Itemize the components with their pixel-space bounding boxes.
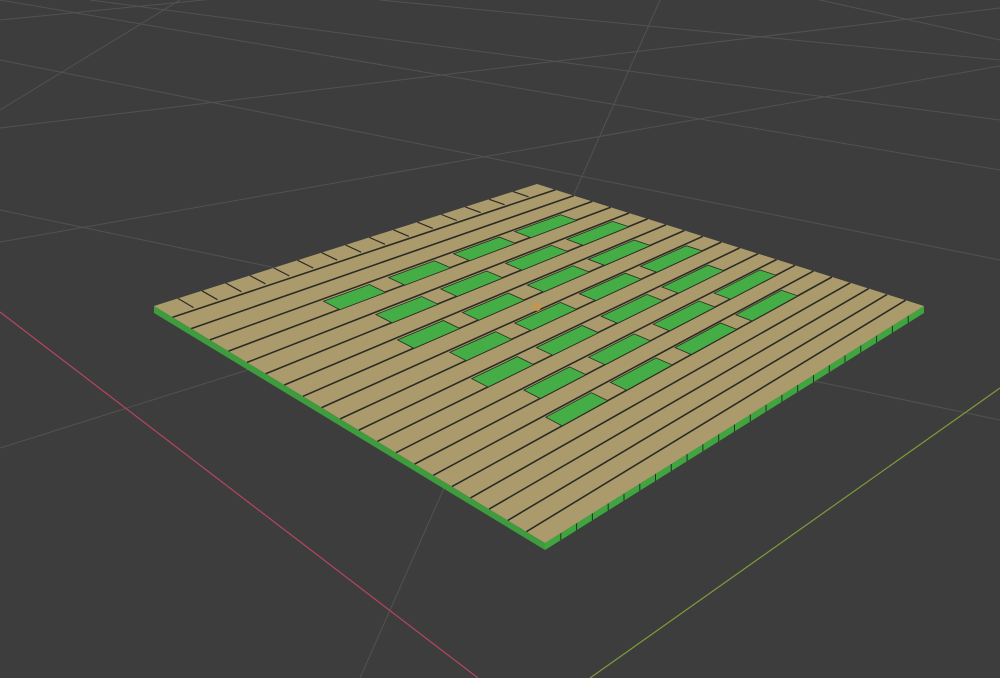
grid-line <box>0 0 209 21</box>
grid-line <box>819 0 1000 41</box>
grid-line <box>89 0 1000 121</box>
viewport-scene[interactable] <box>0 0 1000 678</box>
3d-viewport[interactable] <box>0 0 1000 678</box>
mat-top-surface <box>154 184 924 543</box>
grid-line <box>0 0 181 111</box>
woven-mat-object[interactable] <box>154 184 924 550</box>
